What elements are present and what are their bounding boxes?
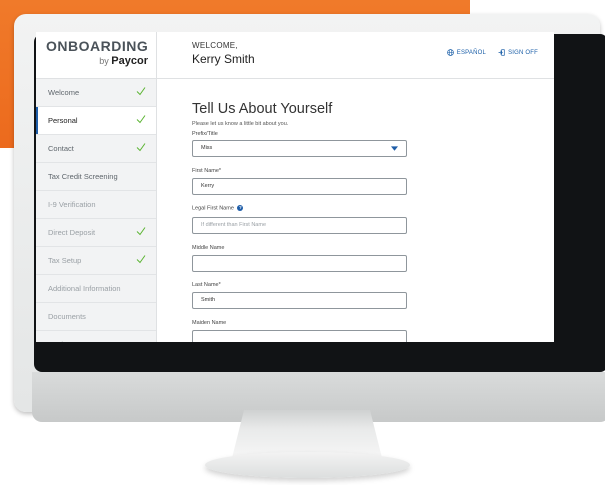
sidebar-item-label: Review	[48, 340, 73, 342]
sidebar-item-label: Tax Setup	[48, 256, 82, 265]
brand-subtitle: by Paycor	[99, 55, 148, 67]
sidebar-item-tax-setup[interactable]: Tax Setup	[36, 247, 156, 275]
prefix-select[interactable]: Miss	[192, 140, 407, 157]
middle-name-field[interactable]	[192, 255, 407, 272]
legal-first-name-field[interactable]: If different than First Name	[192, 217, 407, 234]
monitor-stand-neck	[232, 410, 382, 458]
checkmark-icon	[136, 255, 146, 264]
sidebar-item-contact[interactable]: Contact	[36, 135, 156, 163]
first-name-label: First Name*	[192, 168, 222, 174]
legal-first-name-label-text: Legal First Name	[192, 205, 234, 212]
language-link-label: ESPAÑOL	[456, 49, 487, 56]
brand-logo: ONBOARDING by Paycor	[36, 32, 157, 78]
maiden-name-field[interactable]	[192, 330, 407, 342]
brand-title: ONBOARDING	[46, 38, 149, 54]
header-links: ESPAÑOL SIGN OFF	[446, 49, 538, 56]
help-icon[interactable]: ?	[237, 205, 244, 211]
sidebar-item-label: Personal	[48, 116, 78, 125]
page-subtitle: Please let us know a little bit about yo…	[192, 121, 289, 127]
middle-name-label: Middle Name	[192, 245, 225, 251]
sidebar-item-label: Tax Credit Screening	[48, 172, 118, 181]
sidebar-item-direct-deposit[interactable]: Direct Deposit	[36, 219, 156, 247]
sign-off-link[interactable]: SIGN OFF	[498, 49, 538, 56]
sidebar-item-personal[interactable]: Personal	[36, 107, 156, 135]
checkmark-icon	[136, 115, 146, 124]
sign-out-icon	[498, 49, 505, 56]
sidebar-item-documents[interactable]: Documents	[36, 303, 156, 331]
checkmark-icon	[136, 143, 146, 152]
sign-off-link-label: SIGN OFF	[508, 49, 538, 56]
sidebar-item-label: Direct Deposit	[48, 228, 96, 237]
brand-sub-name: Paycor	[111, 55, 148, 67]
sidebar-item-label: Welcome	[48, 88, 80, 97]
sidebar-item-welcome[interactable]: Welcome	[36, 79, 156, 107]
language-link[interactable]: ESPAÑOL	[446, 49, 487, 56]
page-title: Tell Us About Yourself	[192, 101, 333, 117]
last-name-field[interactable]: Smith	[192, 292, 407, 309]
sidebar-nav: Welcome Personal Contact Tax Credit Screeni…	[36, 79, 157, 342]
first-name-field[interactable]: Kerry	[192, 178, 407, 195]
sidebar-item-label: Additional Information	[48, 284, 121, 293]
user-name: Kerry Smith	[192, 52, 255, 66]
monitor-stand-base	[205, 452, 410, 478]
checkmark-icon	[136, 227, 146, 236]
sidebar-item-additional-information[interactable]: Additional Information	[36, 275, 156, 303]
last-name-label: Last Name*	[192, 282, 221, 288]
checkmark-icon	[136, 87, 146, 96]
globe-icon	[446, 49, 454, 56]
chevron-down-icon	[391, 146, 398, 151]
app-header: ONBOARDING by Paycor WELCOME, Kerry Smit…	[36, 32, 554, 79]
sidebar-item-review[interactable]: Review	[36, 331, 156, 342]
sidebar-item-label: Documents	[48, 312, 86, 321]
sidebar-item-tax-credit-screening[interactable]: Tax Credit Screening	[36, 163, 156, 191]
prefix-value: Miss	[201, 145, 213, 151]
legal-first-name-label: Legal First Name ?	[192, 205, 244, 212]
maiden-name-label: Maiden Name	[192, 320, 227, 326]
sidebar-item-label: Contact	[48, 144, 74, 153]
sidebar-item-i-9-verification[interactable]: I-9 Verification	[36, 191, 156, 219]
main-form: Tell Us About Yourself Please let us kno…	[192, 79, 532, 342]
sidebar-item-label: I-9 Verification	[48, 200, 96, 209]
brand-sub-prefix: by	[99, 56, 109, 66]
prefix-label: Prefix/Title	[192, 131, 218, 137]
app-screen: ONBOARDING by Paycor WELCOME, Kerry Smit…	[36, 32, 554, 342]
welcome-label: WELCOME,	[192, 41, 238, 50]
